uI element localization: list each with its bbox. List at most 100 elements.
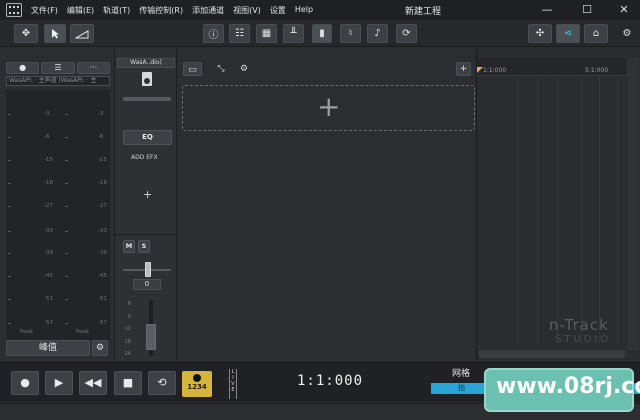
info-button[interactable]: ⓘ xyxy=(203,24,224,43)
menu-transport[interactable]: 传输控制(R) xyxy=(139,5,183,16)
rewind-button[interactable]: ◀◀ xyxy=(79,371,107,395)
plus-icon: + xyxy=(317,90,341,123)
meter-scale-row: -45 -45 xyxy=(6,273,110,281)
menu-track[interactable]: 轨道(T) xyxy=(103,5,130,16)
effects-grid-icon: ▦ xyxy=(261,28,272,39)
volume-value[interactable]: 0 xyxy=(133,279,161,290)
add-track-button[interactable]: + xyxy=(456,62,471,76)
gear-icon: ⚙ xyxy=(239,64,249,74)
menu-help[interactable]: Help xyxy=(295,5,313,16)
level-meter: -3 -3 -6 -6 -15 -15 -18 -18 -27 -27 -33 -33 -3… xyxy=(6,90,110,340)
solo-button[interactable]: S xyxy=(138,240,150,253)
loop-icon: ⟲ xyxy=(157,376,167,389)
maximize-button[interactable]: ☐ xyxy=(580,3,594,17)
loop-icon: ⟳ xyxy=(402,28,411,39)
ruler-label-5: 5:1:000 xyxy=(585,67,609,74)
record-button[interactable]: ● xyxy=(11,371,39,395)
minimize-button[interactable]: — xyxy=(540,3,554,17)
cursor-icon xyxy=(52,29,59,39)
studio-watermark: STUDIO xyxy=(555,334,612,345)
meter-scale-row: -39 -39 xyxy=(6,250,110,258)
mixer-button[interactable]: ☷ xyxy=(229,24,250,43)
tuner-button[interactable]: ♮ xyxy=(340,24,361,43)
move-tool-button[interactable]: ✥ xyxy=(14,24,38,43)
envelope-tool-button[interactable] xyxy=(70,24,94,43)
grid-value: 拍 xyxy=(458,384,465,392)
mute-button[interactable]: M xyxy=(123,240,135,253)
meter-scale-row: -51 -51 xyxy=(6,296,110,304)
menu-settings[interactable]: 设置 xyxy=(270,5,286,16)
meter-scale-row: -57 -57 xyxy=(6,320,110,328)
meter-scale-row: -15 -15 xyxy=(6,157,110,165)
eq-button[interactable]: EQ xyxy=(123,130,172,145)
effects-button[interactable]: ▦ xyxy=(256,24,277,43)
add-effect-plus-button[interactable]: + xyxy=(143,188,152,201)
home-icon: ⌂ xyxy=(592,28,600,39)
share-icon: ⋖ xyxy=(563,28,573,39)
live-indicator[interactable]: LIVE xyxy=(229,369,237,399)
fx-network-button[interactable]: ✣ xyxy=(528,24,552,43)
pan-slider[interactable] xyxy=(123,97,171,101)
peak-hold-button[interactable]: 峰值 xyxy=(6,340,90,356)
peak-label-left: Peak xyxy=(20,329,34,335)
app-logo-icon[interactable] xyxy=(6,3,22,17)
track-view-button[interactable]: ▭ xyxy=(183,62,202,76)
metronome-button[interactable]: 1234 xyxy=(182,371,212,397)
volume-slider-knob[interactable] xyxy=(145,262,151,277)
plus-circle-icon: + xyxy=(459,64,468,74)
settings-button[interactable]: ⚙ xyxy=(618,24,636,43)
tracks-area: ▭ ⤡ ⚙ + + xyxy=(177,48,476,360)
input-meter-panel: ● ☰ ··· WasAPI: · 主声道 (WasAPI: · 主 -3 -3 … xyxy=(0,48,114,360)
track-settings-button[interactable]: ⚙ xyxy=(237,62,251,76)
move-icon: ✥ xyxy=(21,28,31,39)
guitar-button[interactable]: ♪ xyxy=(367,24,388,43)
meter-settings-button[interactable]: ⚙ xyxy=(92,340,108,356)
list-tab[interactable]: ☰ xyxy=(41,62,75,74)
menu-view[interactable]: 视图(V) xyxy=(233,5,261,16)
timeline-panel: 1:1:000 5:1:000 n-Track STUDIO xyxy=(476,48,640,360)
time-ruler[interactable]: 1:1:000 5:1:000 xyxy=(477,58,627,76)
add-effect-label[interactable]: ADD EFX xyxy=(131,154,158,161)
vertical-scrollbar[interactable] xyxy=(627,58,639,350)
envelope-icon xyxy=(75,29,89,38)
grid-line xyxy=(581,76,582,344)
menu-file[interactable]: 文件(F) xyxy=(31,5,58,16)
select-tool-button[interactable] xyxy=(44,24,66,43)
guitar-icon: ♪ xyxy=(374,28,381,39)
channel-strip: WasA..dio) EQ ADD EFX + M S 0 6 0 12 18 … xyxy=(114,48,177,383)
grid-line xyxy=(557,76,558,344)
grid-line xyxy=(517,76,518,344)
home-button[interactable]: ⌂ xyxy=(584,24,608,43)
piano-icon: ╨ xyxy=(290,28,297,39)
meter-tabs: ● ☰ ··· xyxy=(6,62,110,74)
loop-button[interactable]: ⟲ xyxy=(148,371,176,395)
timecode-display[interactable]: 1:1:000 xyxy=(297,373,363,389)
close-button[interactable]: ✕ xyxy=(617,3,631,17)
add-track-dropzone[interactable]: + xyxy=(182,85,475,131)
meter-scale-row: -3 -3 xyxy=(6,111,110,119)
stop-button[interactable]: ■ xyxy=(114,371,142,395)
channel-name[interactable]: WasA..dio) xyxy=(117,58,175,68)
tuner-icon: ♮ xyxy=(348,28,353,39)
speaker-icon[interactable] xyxy=(142,72,152,86)
network-icon: ✣ xyxy=(535,28,545,39)
rewind-icon: ◀◀ xyxy=(84,376,102,389)
share-button[interactable]: ⋖ xyxy=(556,24,580,43)
piano-button[interactable]: ╨ xyxy=(283,24,304,43)
monitor-icon: ▭ xyxy=(188,65,197,75)
fader-handle[interactable] xyxy=(146,324,156,350)
more-tab[interactable]: ··· xyxy=(76,62,110,74)
play-button[interactable]: ▶ xyxy=(45,371,73,395)
record-input-button[interactable]: ▮ xyxy=(312,24,332,43)
strip-divider xyxy=(115,234,177,235)
automation-button[interactable]: ⤡ xyxy=(213,62,229,76)
record-tab[interactable]: ● xyxy=(6,62,40,74)
grid-label: 网格 xyxy=(452,369,471,379)
meter-scale-row: -27 -27 xyxy=(6,203,110,211)
input-device-label[interactable]: WasAPI: · 主声道 (WasAPI: · 主 xyxy=(6,76,110,86)
horizontal-scrollbar[interactable] xyxy=(479,350,625,358)
menu-edit[interactable]: 编辑(E) xyxy=(67,5,94,16)
meter-scale-row: -33 -33 xyxy=(6,228,110,236)
loop-button[interactable]: ⟳ xyxy=(396,24,417,43)
menu-add-channel[interactable]: 添加通道 xyxy=(192,5,224,16)
